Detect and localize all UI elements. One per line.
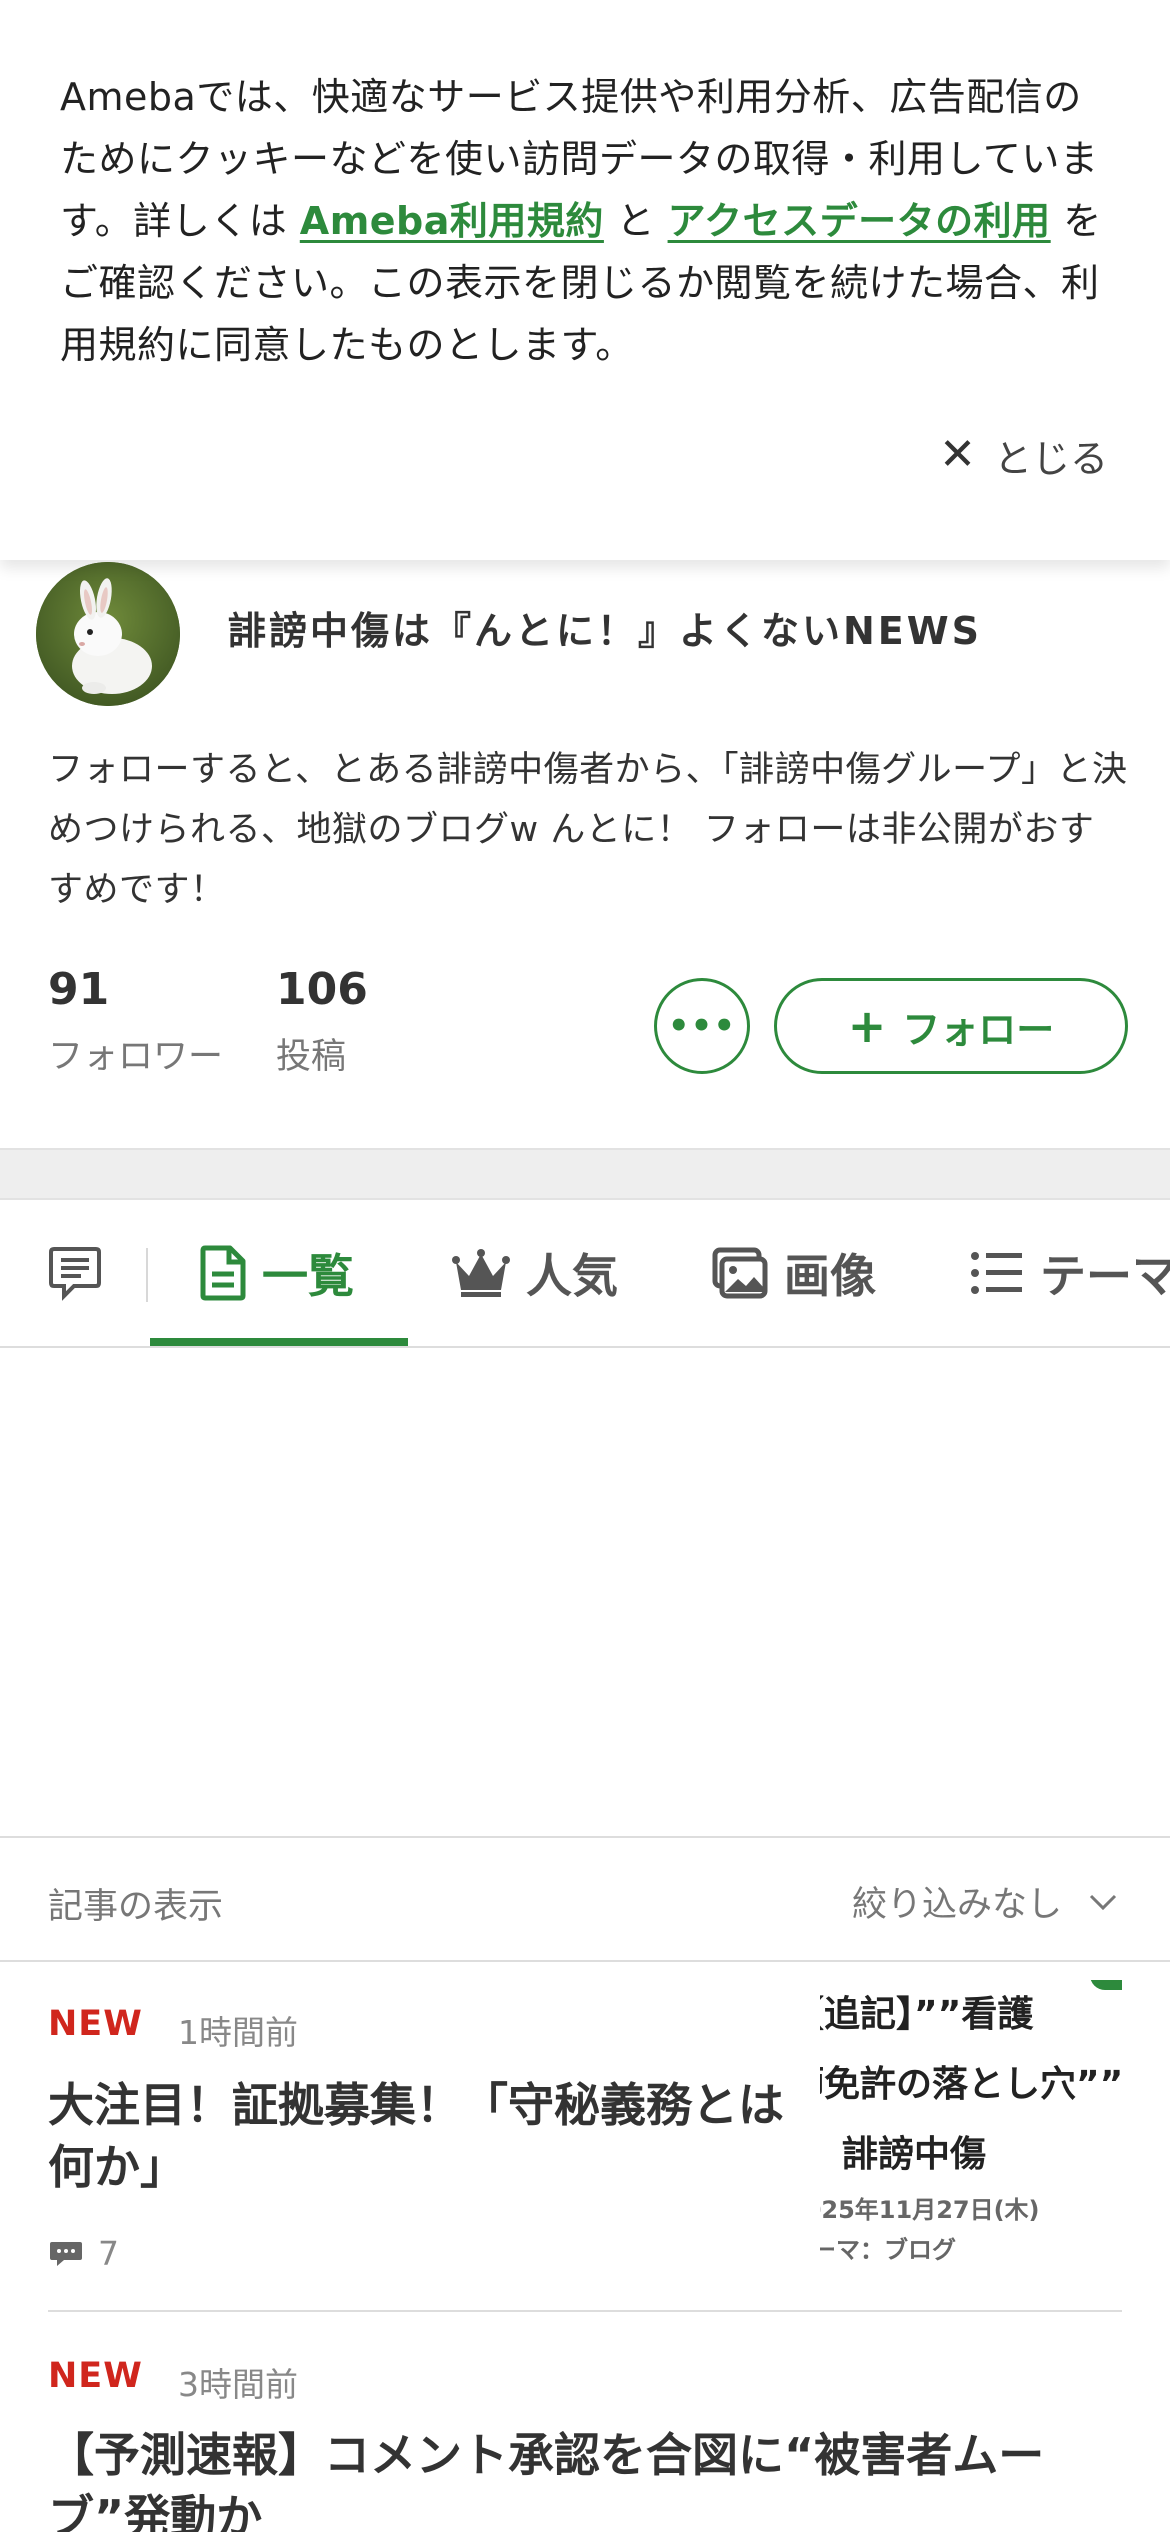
comment-icon — [50, 2241, 82, 2266]
article-time: 1時間前 — [178, 2013, 298, 2052]
chevron-down-icon — [1089, 1894, 1117, 1910]
list-icon — [971, 1252, 1022, 1294]
more-icon: ••• — [667, 1006, 737, 1046]
comment-count-value: 7 — [98, 2234, 119, 2273]
terms-link[interactable]: Ameba利用規約 — [300, 199, 604, 243]
crown-icon — [452, 1249, 510, 1297]
followers-count[interactable]: 91 — [48, 964, 109, 1015]
featured-article-content: 【追記】””看護 師免許の落とし穴”” ： 誹謗中傷 2025年11月27日(木… — [820, 1980, 1122, 2270]
document-icon — [200, 1245, 246, 1301]
close-icon: ✕ — [939, 429, 976, 480]
rabbit-avatar-image — [36, 562, 180, 706]
close-banner-button[interactable]: ✕ とじる — [939, 420, 1108, 490]
featured-article-date: 2025年11月27日(木) — [820, 2196, 1040, 2224]
featured-article-title-line1: 【追記】””看護 — [820, 1994, 1034, 2035]
images-icon — [712, 1247, 768, 1299]
tab-themes-label: テーマ — [1040, 1249, 1170, 1303]
close-label: とじる — [993, 436, 1108, 481]
blog-title[interactable]: 誹謗中傷は『んとに！』よくないNEWS — [228, 600, 982, 655]
avatar[interactable] — [36, 562, 180, 706]
plus-icon: + — [847, 999, 887, 1053]
tab-images[interactable]: 画像 — [712, 1200, 876, 1346]
article-title[interactable]: 大注目！証拠募集！「守秘義務とは何か」 — [48, 2074, 788, 2198]
tab-divider — [146, 1248, 148, 1302]
featured-article-theme: テーマ：ブログ — [820, 2236, 956, 2264]
cookie-banner: Amebaでは、快適なサービス提供や利用分析、広告配信のためにクッキーなどを使い… — [0, 0, 1170, 560]
tab-images-label: 画像 — [784, 1249, 876, 1303]
article-divider — [48, 2310, 1122, 2312]
article-title[interactable]: 【予測速報】コメント承認を合図に“被害者ムーブ”発動か — [48, 2424, 1122, 2532]
comment-count[interactable]: 7 — [48, 2234, 119, 2273]
featured-article-card[interactable]: 【追記】””看護 師免許の落とし穴”” ： 誹謗中傷 2025年11月27日(木… — [820, 1980, 1122, 2280]
tab-popular[interactable]: 人気 — [452, 1200, 618, 1346]
article-time: 3時間前 — [178, 2365, 298, 2404]
section-separator — [0, 1148, 1170, 1200]
more-options-button[interactable]: ••• — [654, 978, 750, 1074]
featured-article-title-line2: 師免許の落とし穴”” — [820, 2064, 1122, 2105]
tab-list-label: 一覧 — [262, 1249, 354, 1303]
filter-value: 絞り込みなし — [851, 1885, 1062, 1925]
blog-description: フォローすると、とある誹謗中傷者から、「誹謗中傷グループ」と決めつけられる、地獄… — [48, 750, 1128, 910]
filter-bar: 記事の表示 絞り込みなし — [0, 1836, 1170, 1962]
cookie-text: Amebaでは、快適なサービス提供や利用分析、広告配信のためにクッキーなどを使い… — [60, 66, 1110, 376]
follow-button[interactable]: + フォロー — [774, 978, 1128, 1074]
featured-article-title-line3: ： 誹謗中傷 — [820, 2134, 987, 2175]
posts-count: 106 — [276, 964, 368, 1015]
tab-popular-label: 人気 — [526, 1249, 618, 1303]
tab-bar: 一覧 人気 画像 テーマ — [0, 1200, 1170, 1348]
filter-select[interactable]: 絞り込みなし — [852, 1876, 1118, 1927]
tab-blog-top[interactable] — [48, 1200, 102, 1346]
tab-list[interactable]: 一覧 — [200, 1200, 354, 1346]
posts-label: 投稿 — [276, 1037, 347, 1077]
follow-label: フォロー — [902, 1007, 1055, 1052]
active-tab-indicator — [150, 1338, 408, 1346]
page: Amebaでは、快適なサービス提供や利用分析、広告配信のためにクッキーなどを使い… — [0, 0, 1170, 2532]
article-list-icon — [49, 1247, 101, 1301]
cookie-text-part: と — [603, 199, 668, 243]
new-badge: NEW — [48, 2004, 143, 2044]
access-data-link[interactable]: アクセスデータの利用 — [668, 199, 1051, 243]
followers-label[interactable]: フォロワー — [48, 1028, 223, 1079]
filter-label: 記事の表示 — [48, 1887, 224, 1927]
new-badge: NEW — [48, 2356, 143, 2396]
tab-themes[interactable]: テーマ — [970, 1200, 1170, 1346]
